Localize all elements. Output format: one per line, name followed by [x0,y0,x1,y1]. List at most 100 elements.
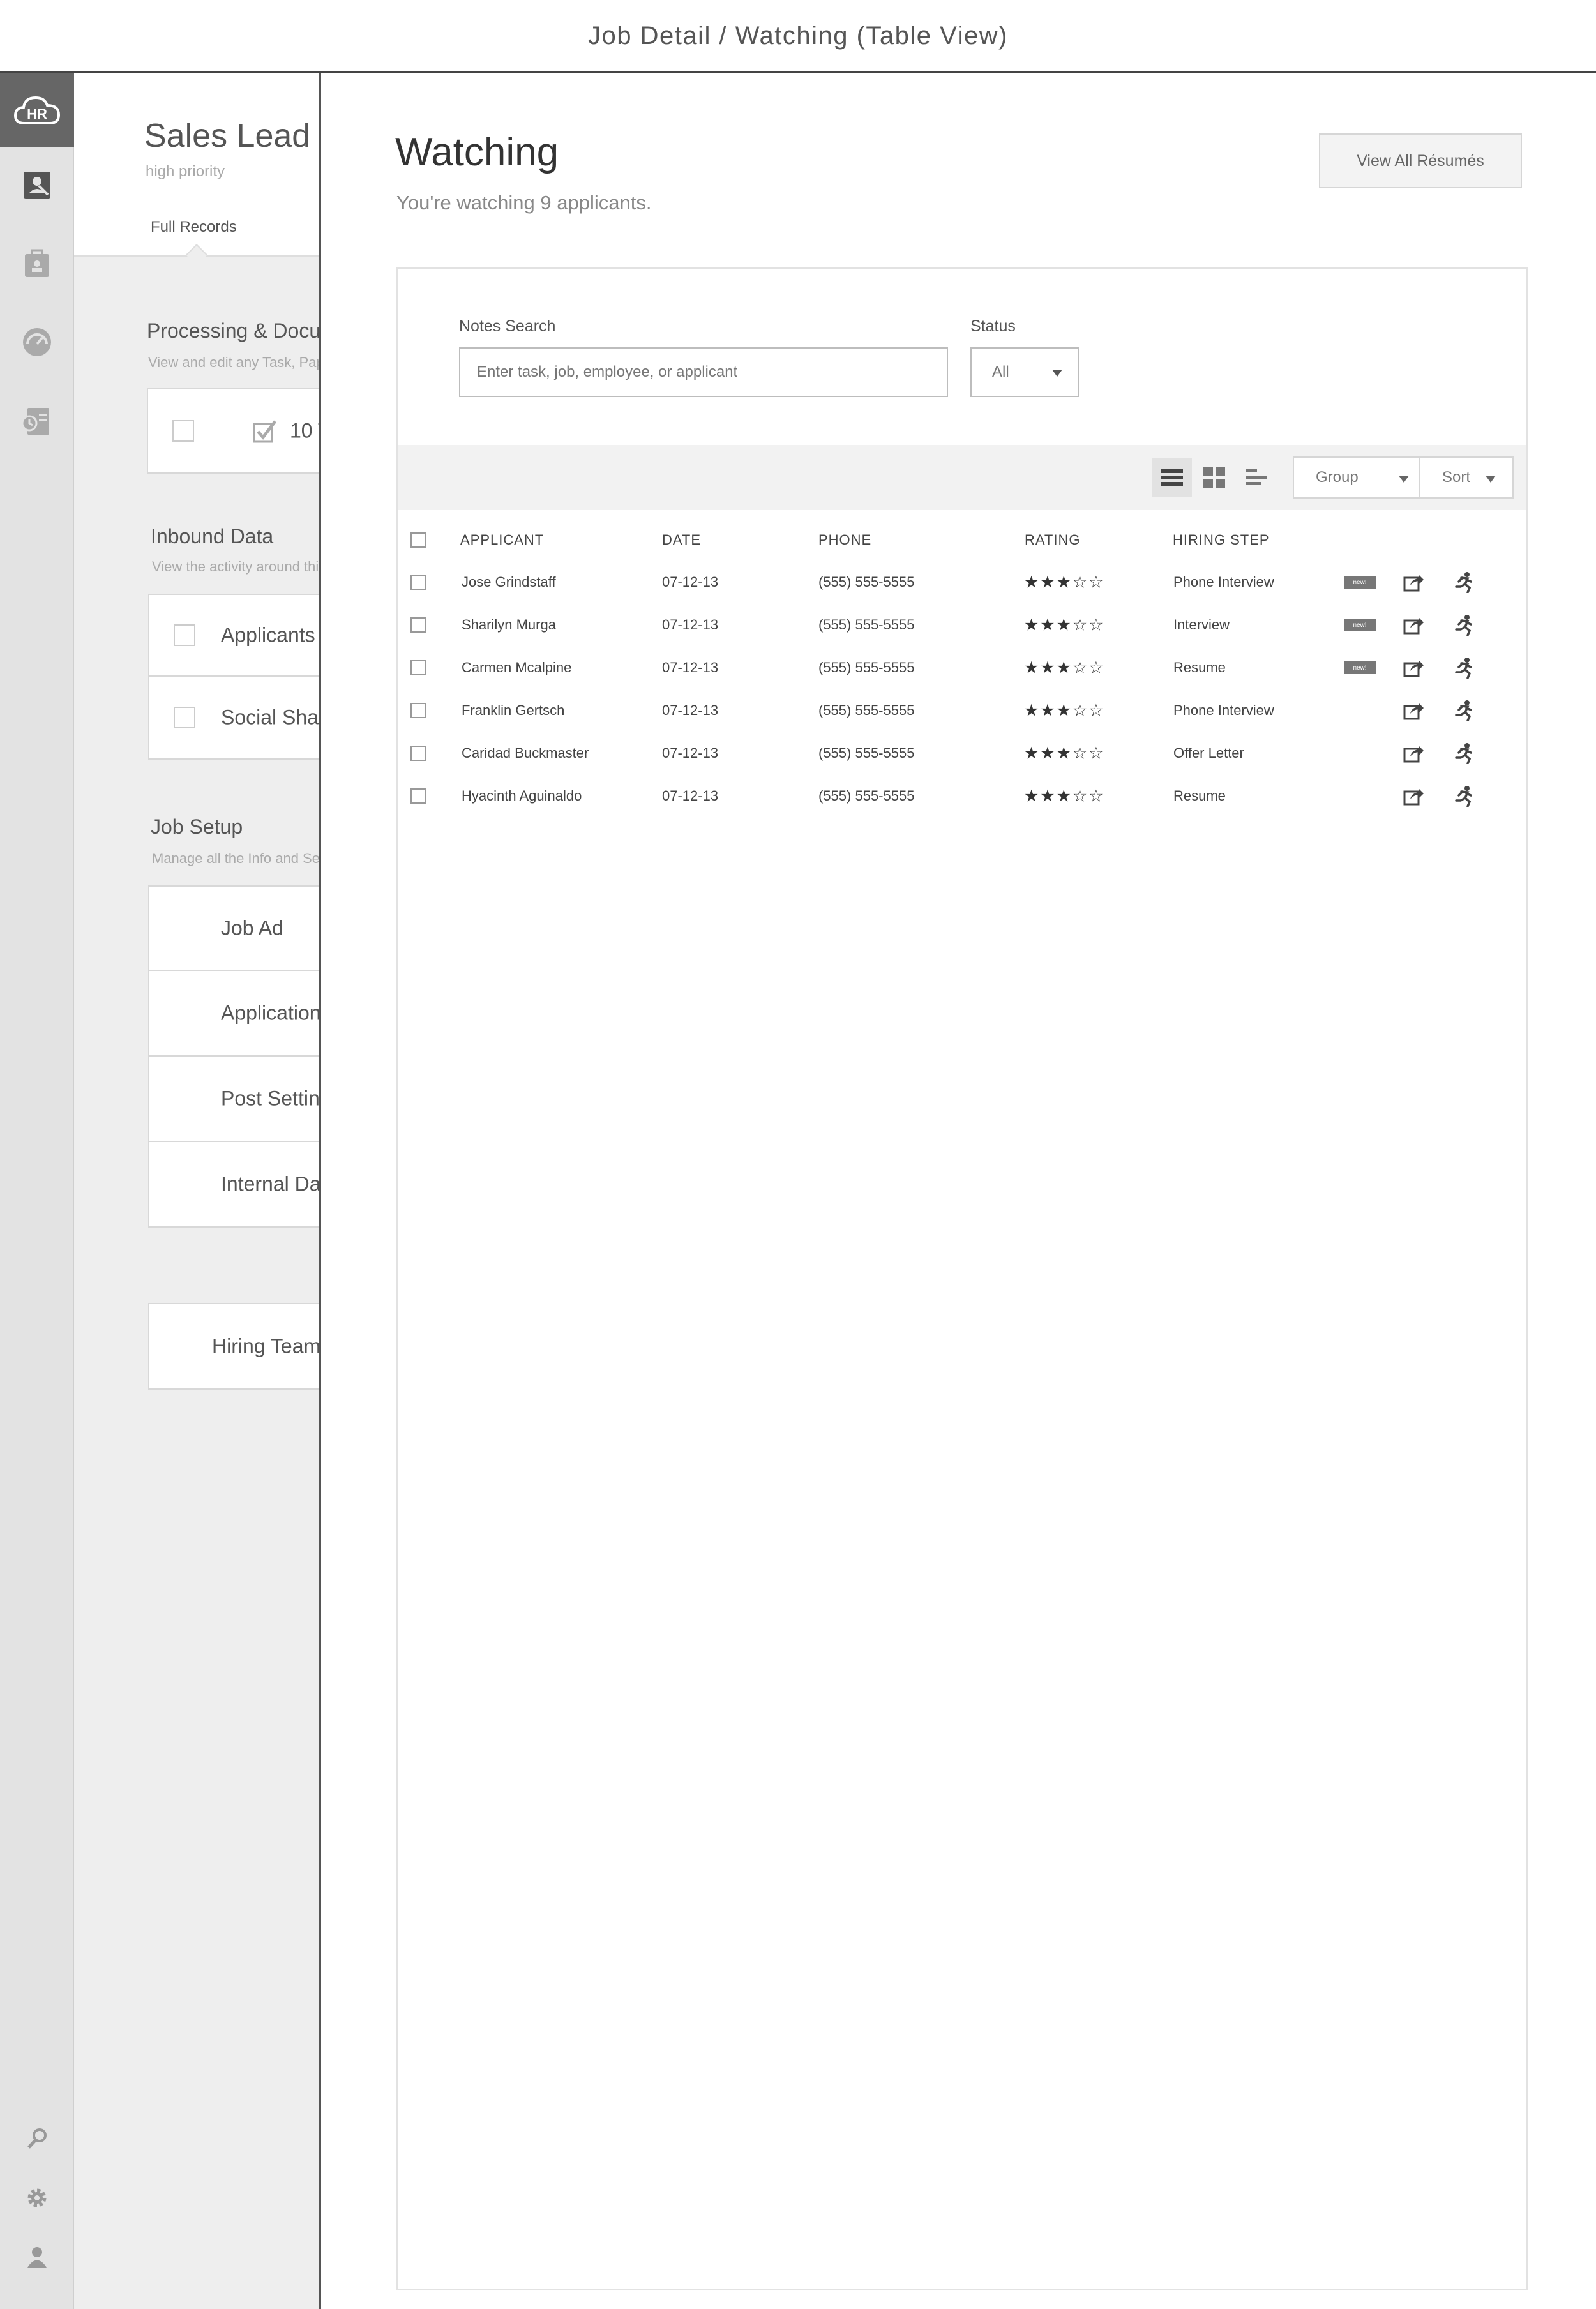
share-icon[interactable] [1403,785,1424,807]
inbound-item-label: Applicants [221,623,315,647]
icon-rail: HR [0,73,74,2309]
sort-button[interactable]: Sort [1419,456,1514,499]
tab-full-records[interactable]: Full Records [151,218,237,236]
processing-subtitle: View and edit any Task, Paperwork, or Do… [148,354,319,370]
status-value: All [992,363,1009,380]
timeline-view-button[interactable] [1237,458,1276,497]
job-title: Sales Lead [144,117,311,154]
applicant-name[interactable]: Caridad Buckmaster [462,745,589,762]
tasks-checkbox[interactable] [172,420,194,442]
row-checkbox[interactable] [410,575,426,590]
jobs-icon[interactable] [18,244,56,283]
group-button[interactable]: Group [1293,456,1427,499]
setup-item-post-settings[interactable]: Post Settings [148,1057,319,1142]
job-priority: high priority [146,163,225,180]
hiring-team-card[interactable]: Hiring Team [148,1303,319,1390]
row-checkbox[interactable] [410,746,426,761]
dashboard-icon[interactable] [18,323,56,361]
page-title: Job Detail / Watching (Table View) [588,21,1008,50]
table-row[interactable]: Caridad Buckmaster 07-12-13 (555) 555-55… [398,732,1526,774]
share-icon[interactable] [1403,657,1424,679]
social-sharing-checkbox[interactable] [174,707,195,728]
list-view-button[interactable] [1152,458,1192,497]
hiring-team-label: Hiring Team [212,1334,319,1358]
table-row[interactable]: Carmen Mcalpine 07-12-13 (555) 555-5555 … [398,647,1526,689]
rating-stars[interactable]: ★★★☆☆ [1024,615,1105,635]
applicants-checkbox[interactable] [174,624,195,646]
column-header-phone[interactable]: PHONE [818,532,871,548]
column-header-applicant[interactable]: APPLICANT [460,532,544,548]
status-select[interactable]: All [970,347,1079,397]
applicant-name[interactable]: Franklin Gertsch [462,702,564,719]
reports-icon[interactable] [18,402,56,440]
hiring-step: Offer Letter [1173,745,1244,761]
applicant-name[interactable]: Hyacinth Aguinaldo [462,788,582,804]
row-checkbox[interactable] [410,788,426,804]
setup-item-job-ad[interactable]: Job Ad [148,885,319,971]
table-row[interactable]: Hyacinth Aguinaldo 07-12-13 (555) 555-55… [398,775,1526,817]
column-header-rating[interactable]: RATING [1025,532,1080,548]
inbound-item-applicants[interactable]: Applicants [148,594,319,677]
hiring-step: Phone Interview [1173,574,1274,590]
notes-search-input[interactable]: Enter task, job, employee, or applicant [459,347,948,397]
table-row[interactable]: Sharilyn Murga 07-12-13 (555) 555-5555 ★… [398,604,1526,646]
rating-stars[interactable]: ★★★☆☆ [1024,658,1105,678]
job-header: Sales Lead high priority Full Records [74,73,319,266]
applicant-name[interactable]: Sharilyn Murga [462,617,556,633]
move-candidate-icon[interactable] [1452,700,1474,721]
share-icon[interactable] [1403,700,1424,721]
watching-table-card: Notes Search Enter task, job, employee, … [396,267,1528,2290]
setup-item-label: Application [221,1001,319,1025]
row-checkbox[interactable] [410,660,426,675]
table-row[interactable]: Franklin Gertsch 07-12-13 (555) 555-5555… [398,689,1526,732]
share-icon[interactable] [1403,742,1424,764]
column-header-hiring-step[interactable]: HIRING STEP [1173,532,1270,548]
chevron-down-icon [1052,370,1062,377]
setup-item-internal-data[interactable]: Internal Data [148,1142,319,1228]
rating-stars[interactable]: ★★★☆☆ [1024,573,1105,592]
new-badge: new! [1344,619,1376,631]
move-candidate-icon[interactable] [1452,785,1474,807]
move-candidate-icon[interactable] [1452,657,1474,679]
timeline-view-icon [1246,469,1267,485]
tab-indicator [186,244,207,266]
setup-item-application[interactable]: Application [148,971,319,1057]
move-candidate-icon[interactable] [1452,614,1474,636]
applicant-name[interactable]: Jose Grindstaff [462,574,556,590]
inbound-title: Inbound Data [151,525,274,548]
inbound-item-social-sharing[interactable]: Social Sharing [148,677,319,760]
applicant-name[interactable]: Carmen Mcalpine [462,659,571,676]
grid-view-button[interactable] [1194,458,1234,497]
new-badge: new! [1344,661,1376,674]
view-all-resumes-button[interactable]: View All Résumés [1319,133,1522,188]
cloud-logo-icon: HR [13,96,61,124]
task-check-icon [253,420,276,443]
applicants-icon[interactable] [18,166,56,204]
row-checkbox[interactable] [410,703,426,718]
column-header-date[interactable]: DATE [662,532,701,548]
move-candidate-icon[interactable] [1452,571,1474,593]
select-all-checkbox[interactable] [410,532,426,548]
gear-icon[interactable] [18,2179,56,2217]
tasks-card[interactable]: 10 Tasks [147,388,319,474]
setup-item-label: Job Ad [221,916,283,940]
rating-stars[interactable]: ★★★☆☆ [1024,744,1105,763]
applicant-phone: (555) 555-5555 [818,702,915,718]
chevron-down-icon [1399,476,1409,483]
hiring-step: Interview [1173,617,1230,633]
applicant-phone: (555) 555-5555 [818,659,915,675]
applicant-phone: (555) 555-5555 [818,574,915,590]
row-checkbox[interactable] [410,617,426,633]
applicant-phone: (555) 555-5555 [818,617,915,633]
user-icon[interactable] [18,2238,56,2276]
share-icon[interactable] [1403,571,1424,593]
rating-stars[interactable]: ★★★☆☆ [1024,786,1105,806]
search-icon[interactable] [18,2119,56,2158]
status-label: Status [970,317,1016,335]
applicant-date: 07-12-13 [662,659,719,675]
table-row[interactable]: Jose Grindstaff 07-12-13 (555) 555-5555 … [398,561,1526,603]
hr-logo[interactable]: HR [0,73,74,147]
rating-stars[interactable]: ★★★☆☆ [1024,701,1105,721]
move-candidate-icon[interactable] [1452,742,1474,764]
share-icon[interactable] [1403,614,1424,636]
